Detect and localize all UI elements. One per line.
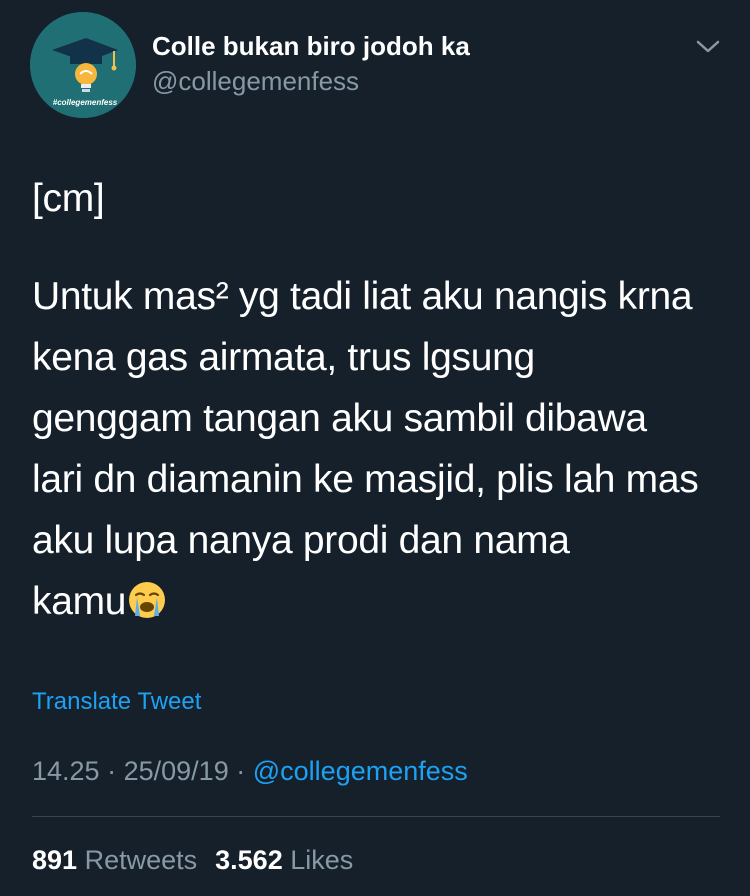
chevron-down-icon[interactable]: [693, 37, 723, 57]
display-name[interactable]: Colle bukan biro jodoh ka: [152, 31, 470, 62]
tweet-line: Untuk mas² yg tadi liat aku nangis krna: [32, 275, 693, 318]
separator: ·: [107, 756, 117, 786]
user-handle[interactable]: @collegemenfess: [152, 66, 359, 97]
likes-count: 3.562: [215, 845, 283, 875]
divider: [32, 816, 720, 817]
tweet-date[interactable]: 25/09/19: [124, 756, 229, 786]
avatar-caption: #collegemenfess: [52, 98, 118, 107]
tweet-meta: 14.25 · 25/09/19 · @collegemenfess: [32, 756, 468, 787]
tweet-line: lari dn diamanin ke masjid, plis lah mas: [32, 458, 699, 501]
tweet-line: kena gas airmata, trus lgsung: [32, 336, 535, 379]
retweets-label: Retweets: [84, 845, 198, 875]
tweet-stats: 891 Retweets 3.562 Likes: [32, 845, 353, 876]
tweet-last-line: kamu: [32, 571, 732, 632]
loudly-crying-face-emoji: [129, 582, 166, 618]
tweet-time[interactable]: 14.25: [32, 756, 100, 786]
via-handle-link[interactable]: @collegemenfess: [253, 756, 468, 786]
retweets-stat[interactable]: 891 Retweets: [32, 845, 197, 875]
tweet-body: [cm] Untuk mas² yg tadi liat aku nangis …: [32, 168, 732, 632]
likes-label: Likes: [290, 845, 354, 875]
avatar[interactable]: #collegemenfess: [30, 12, 136, 118]
likes-stat[interactable]: 3.562 Likes: [215, 845, 353, 875]
tweet-line: genggam tangan aku sambil dibawa: [32, 397, 647, 440]
separator: ·: [236, 756, 246, 786]
tweet-message: Untuk mas² yg tadi liat aku nangis krna …: [32, 266, 732, 632]
tweet-line: kamu: [32, 580, 127, 623]
translate-tweet-link[interactable]: Translate Tweet: [32, 688, 201, 716]
tweet-card: #collegemenfess Colle bukan biro jodoh k…: [0, 0, 750, 896]
tweet-line: aku lupa nanya prodi dan nama: [32, 519, 570, 562]
tweet-tag: [cm]: [32, 177, 105, 220]
retweets-count: 891: [32, 845, 78, 875]
